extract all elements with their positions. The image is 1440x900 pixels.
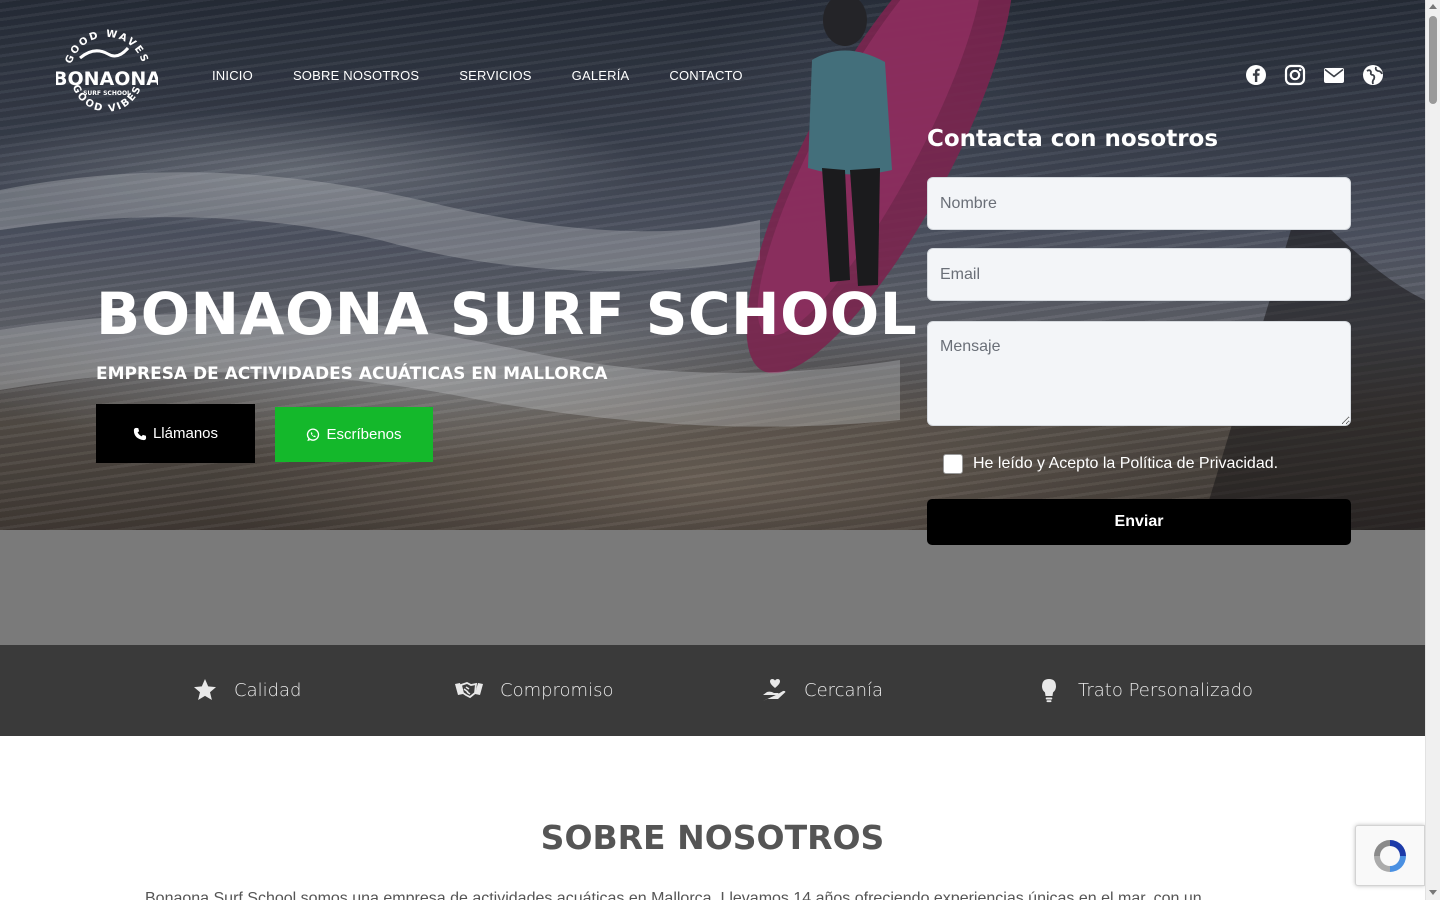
bonaona-logo[interactable]: GOOD WAVES BONAONA SURF SCHOOL GOOD VIBE… <box>56 24 158 126</box>
main-navigation: INICIO SOBRE NOSOTROS SERVICIOS GALERÍA … <box>212 68 743 83</box>
envelope-icon[interactable] <box>1323 64 1345 86</box>
submit-button[interactable]: Enviar <box>927 499 1351 545</box>
scroll-down-arrow[interactable] <box>1429 890 1437 895</box>
value-item-calidad: Calidad <box>192 677 301 703</box>
facebook-icon[interactable] <box>1245 64 1267 86</box>
lightbulb-icon <box>1042 679 1056 703</box>
svg-text:GOOD WAVES: GOOD WAVES <box>64 29 151 66</box>
hero-subtitle: EMPRESA DE ACTIVIDADES ACUÁTICAS EN MALL… <box>96 364 608 384</box>
star-icon <box>194 679 216 700</box>
privacy-label: He leído y Acepto la Política de Privaci… <box>973 455 1279 472</box>
logo-tagline-text: SURF SCHOOL <box>83 90 131 97</box>
logo-brand-text: BONAONA <box>56 68 158 90</box>
whatsapp-icon <box>307 427 320 441</box>
about-section-title: SOBRE NOSOTROS <box>540 818 885 857</box>
scroll-up-arrow[interactable] <box>1429 4 1437 9</box>
nav-item-contacto[interactable]: CONTACTO <box>669 68 742 83</box>
contact-form-title: Contacta con nosotros <box>927 126 1219 152</box>
call-button-label: Llámanos <box>152 425 219 442</box>
hand-heart-icon <box>763 679 786 701</box>
instagram-icon[interactable] <box>1284 64 1306 86</box>
whatsapp-button[interactable]: Escríbenos <box>275 407 433 462</box>
page-scrollbar[interactable] <box>1425 0 1440 900</box>
value-item-compromiso: Compromiso <box>454 677 613 703</box>
whatsapp-button-label: Escríbenos <box>326 426 402 443</box>
phone-icon <box>133 427 147 440</box>
recaptcha-badge[interactable] <box>1355 825 1425 886</box>
value-item-cercania: Cercanía <box>762 677 883 703</box>
logo-top-text: GOOD WAVES <box>64 29 149 66</box>
about-text: Bonaona Surf School somos una empresa de… <box>145 890 1202 900</box>
value-label: Cercanía <box>804 679 884 701</box>
value-label: Calidad <box>234 679 302 701</box>
privacy-consent: He leído y Acepto la Política de Privaci… <box>943 454 1278 474</box>
value-label: Compromiso <box>500 679 614 701</box>
globe-icon[interactable] <box>1362 64 1384 86</box>
social-links <box>1245 64 1384 86</box>
nav-item-sobre-nosotros[interactable]: SOBRE NOSOTROS <box>293 68 419 83</box>
recaptcha-icon <box>1374 839 1406 872</box>
handshake-icon <box>455 682 483 699</box>
call-button[interactable]: Llámanos <box>96 404 255 463</box>
values-bar: Calidad Compromiso Cercanía Trato Person… <box>0 645 1425 736</box>
privacy-checkbox[interactable] <box>943 454 963 474</box>
value-item-trato-personalizado: Trato Personalizado <box>1036 677 1253 703</box>
scroll-thumb[interactable] <box>1429 16 1437 104</box>
nav-item-galeria[interactable]: GALERÍA <box>572 68 630 83</box>
nav-item-inicio[interactable]: INICIO <box>212 68 253 83</box>
grey-band <box>0 530 1425 645</box>
nav-item-servicios[interactable]: SERVICIOS <box>459 68 531 83</box>
message-field[interactable] <box>927 321 1351 426</box>
value-label: Trato Personalizado <box>1078 679 1254 701</box>
name-field[interactable] <box>927 177 1351 230</box>
hero-title: BONAONA SURF SCHOOL <box>96 280 918 348</box>
email-field[interactable] <box>927 248 1351 301</box>
